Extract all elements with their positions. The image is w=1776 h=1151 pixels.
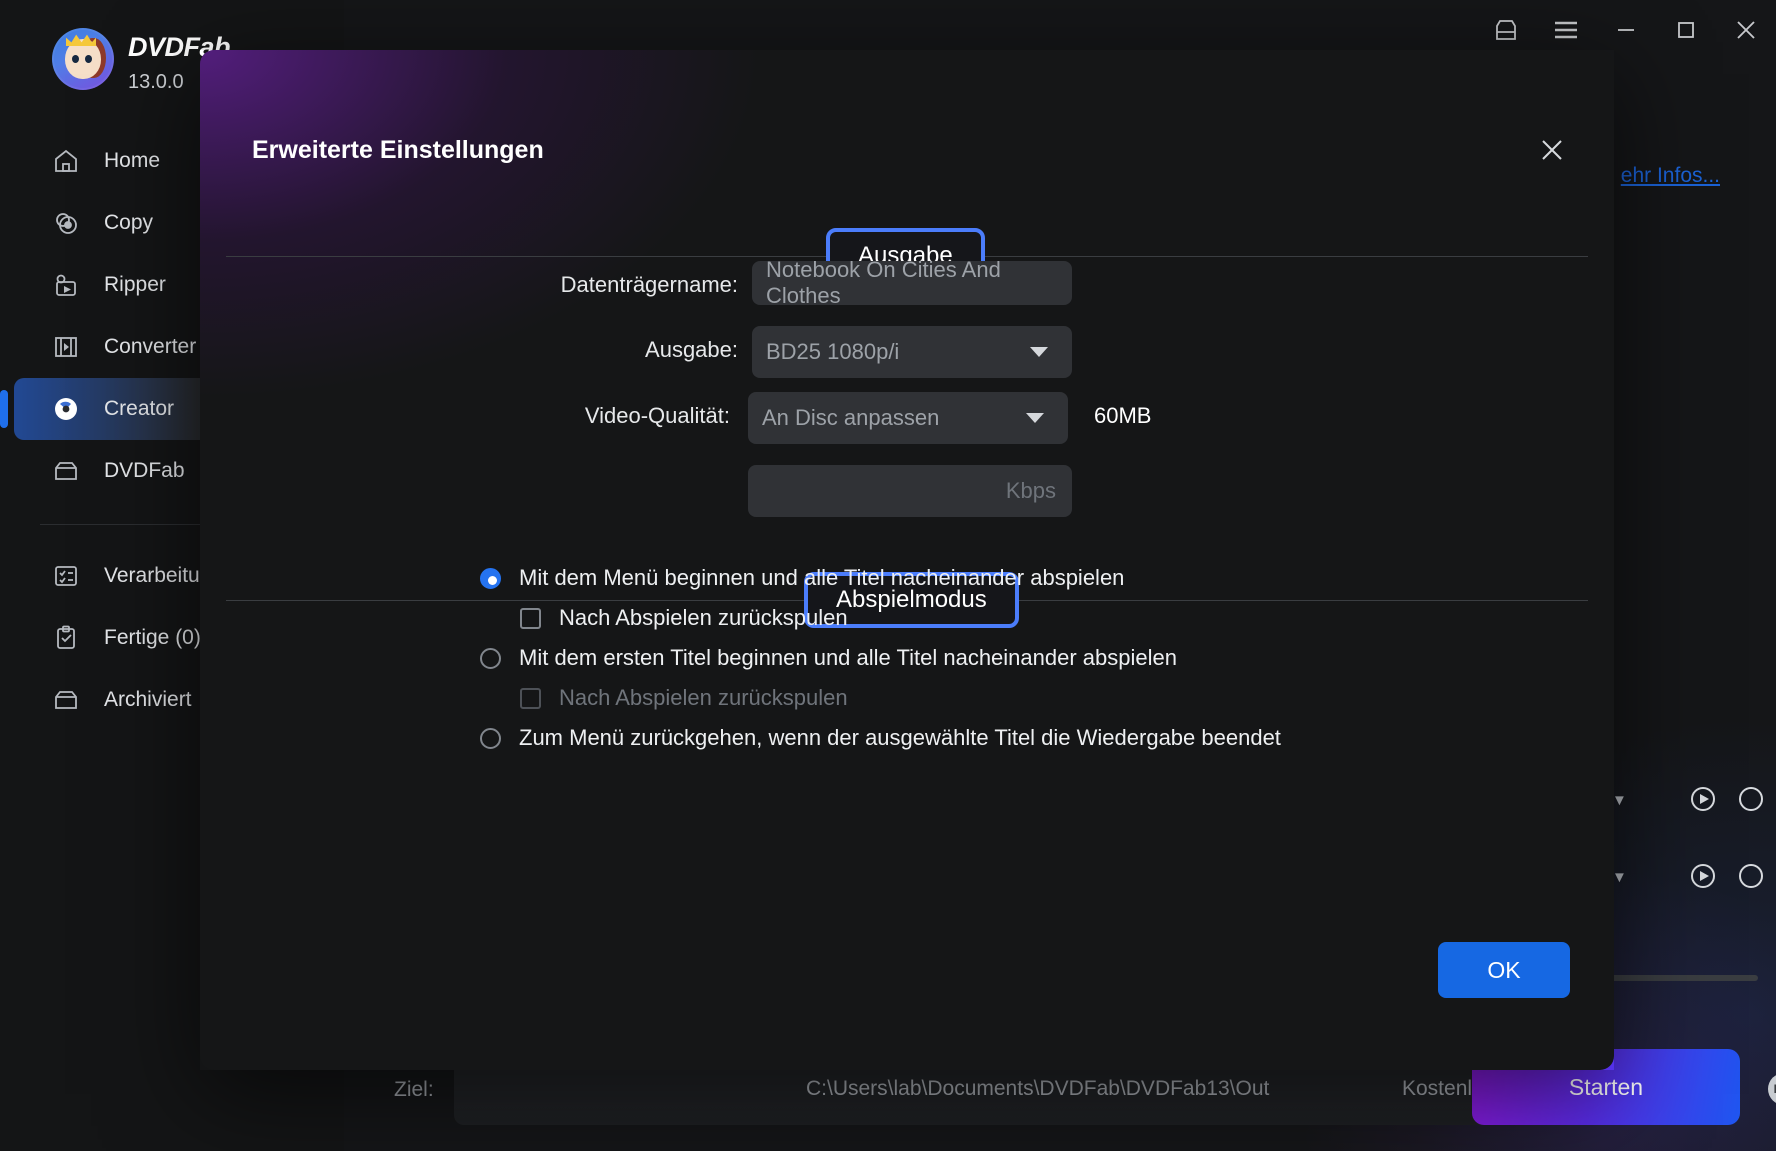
close-icon[interactable] bbox=[1534, 132, 1570, 168]
output-format-label: Ausgabe: bbox=[645, 337, 738, 362]
playmode-checkbox-rewind-2: Nach Abspielen zurückspulen bbox=[520, 685, 848, 711]
chevron-down-icon bbox=[1030, 347, 1048, 357]
radio-icon[interactable] bbox=[480, 647, 501, 669]
playmode-checkbox-rewind-1[interactable]: Nach Abspielen zurückspulen bbox=[520, 605, 848, 631]
app-logo-icon bbox=[52, 28, 114, 90]
output-format-select[interactable]: BD25 1080p/i bbox=[752, 326, 1072, 378]
iso-disc-icon[interactable]: ISO bbox=[1768, 1073, 1776, 1105]
destination-path: C:\Users\lab\Documents\DVDFab\DVDFab13\O… bbox=[806, 1077, 1270, 1100]
option-label: Nach Abspielen zurückspulen bbox=[559, 685, 848, 710]
radio-icon[interactable] bbox=[480, 727, 501, 749]
maximize-button[interactable] bbox=[1656, 0, 1716, 60]
sidebar-item-label: Archiviert bbox=[104, 688, 192, 711]
sidebar-item-label: Home bbox=[104, 149, 161, 172]
estimated-size-label: 60MB bbox=[1094, 403, 1152, 428]
dialog-title: Erweiterte Einstellungen bbox=[252, 136, 544, 164]
archive-icon bbox=[52, 686, 80, 714]
chevron-down-icon[interactable]: ▼ bbox=[1612, 869, 1627, 886]
play-icon[interactable] bbox=[1690, 786, 1716, 812]
home-icon bbox=[52, 147, 80, 175]
output-format-value: BD25 1080p/i bbox=[766, 339, 900, 364]
option-label: Mit dem ersten Titel beginnen und alle T… bbox=[519, 645, 1177, 670]
disc-creator-icon bbox=[52, 395, 80, 423]
video-quality-select[interactable]: An Disc anpassen bbox=[748, 392, 1068, 444]
destination-label: Ziel: bbox=[394, 1078, 434, 1101]
chevron-down-icon bbox=[1026, 413, 1044, 423]
playmode-option-first-title[interactable]: Mit dem ersten Titel beginnen und alle T… bbox=[480, 645, 1177, 671]
sidebar-item-label: Creator bbox=[104, 397, 175, 420]
options-icon[interactable] bbox=[1738, 786, 1764, 812]
sidebar-item-label: Converter bbox=[104, 335, 197, 358]
disc-copy-icon bbox=[52, 209, 80, 237]
more-infos-link[interactable]: ehr Infos... bbox=[1621, 164, 1720, 188]
volume-name-input[interactable]: Notebook On Cities And Clothes bbox=[752, 257, 1072, 308]
playmode-option-return-menu[interactable]: Zum Menü zurückgehen, wenn der ausgewähl… bbox=[480, 725, 1281, 751]
option-label: Zum Menü zurückgehen, wenn der ausgewähl… bbox=[519, 725, 1281, 750]
bitrate-placeholder: Kbps bbox=[1005, 478, 1056, 503]
video-quality-label: Video-Qualität: bbox=[584, 403, 730, 428]
chevron-down-icon[interactable]: ▼ bbox=[1612, 792, 1627, 809]
sidebar-item-label: Fertige (0) bbox=[104, 626, 201, 649]
sidebar-item-label: Ripper bbox=[104, 273, 166, 296]
ripper-icon bbox=[52, 271, 80, 299]
checkbox-icon[interactable] bbox=[520, 607, 541, 629]
checkbox-icon bbox=[520, 687, 541, 709]
clipboard-check-icon bbox=[52, 624, 80, 652]
option-label: Nach Abspielen zurückspulen bbox=[559, 605, 848, 630]
task-list-icon bbox=[52, 562, 80, 590]
close-button[interactable] bbox=[1716, 0, 1776, 60]
radio-icon[interactable] bbox=[480, 567, 501, 589]
sidebar-item-label: DVDFab bbox=[104, 459, 185, 482]
box-icon bbox=[52, 457, 80, 485]
film-icon bbox=[52, 333, 80, 361]
volume-name-value: Notebook On Cities And Clothes bbox=[766, 257, 1001, 308]
video-quality-value: An Disc anpassen bbox=[762, 405, 940, 430]
bitrate-input[interactable]: Kbps bbox=[748, 465, 1072, 517]
section-divider-playmode: Abspielmodus bbox=[226, 572, 1588, 628]
play-icon[interactable] bbox=[1690, 863, 1716, 889]
app-window: ehr Infos... art ✕ GB ▼ ▼ bbox=[0, 0, 1776, 1151]
sidebar-item-label: Copy bbox=[104, 211, 154, 234]
ok-button-label: OK bbox=[1487, 956, 1521, 983]
options-icon[interactable] bbox=[1738, 863, 1764, 889]
option-label: Mit dem Menü beginnen und alle Titel nac… bbox=[519, 565, 1125, 590]
ok-button[interactable]: OK bbox=[1438, 942, 1570, 998]
volume-name-label: Datenträgername: bbox=[560, 272, 738, 297]
advanced-settings-dialog: Erweiterte Einstellungen Ausgabe Datentr… bbox=[200, 50, 1614, 1070]
playmode-option-menu-all[interactable]: Mit dem Menü beginnen und alle Titel nac… bbox=[480, 565, 1124, 591]
start-button-label: Starten bbox=[1568, 1073, 1644, 1100]
